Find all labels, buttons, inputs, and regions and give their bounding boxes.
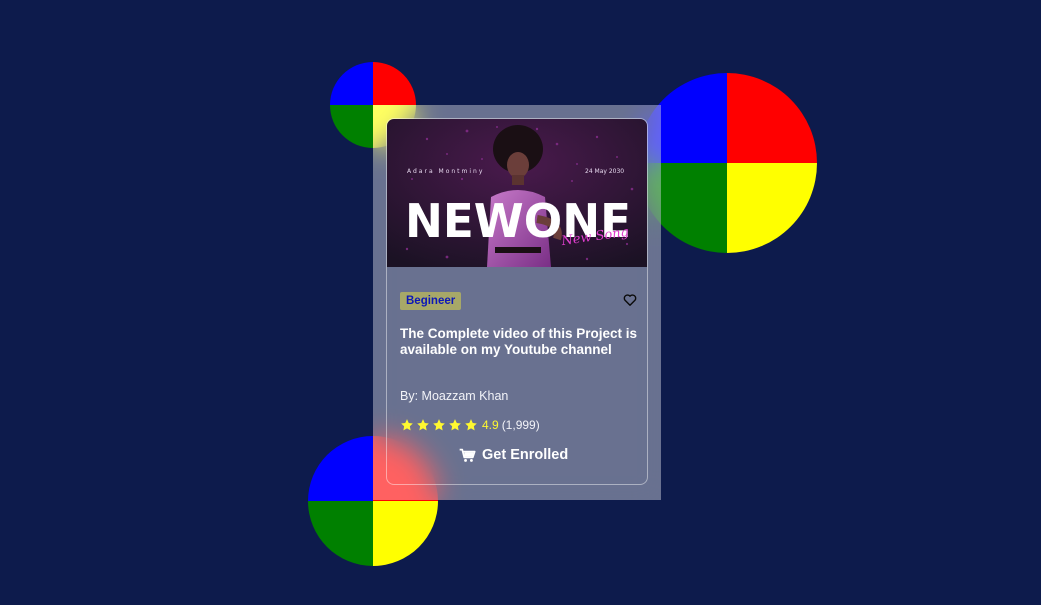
get-enrolled-label: Get Enrolled — [482, 447, 569, 463]
get-enrolled-button[interactable]: Get Enrolled — [459, 445, 568, 465]
rating-count: (1,999) — [501, 418, 540, 432]
course-thumbnail[interactable]: Adara Montminy 24 May 2030 NEWONE New So… — [387, 119, 647, 267]
star-icon — [465, 419, 477, 431]
decorative-circle-large — [637, 73, 817, 253]
star-icon — [417, 419, 429, 431]
star-icon — [401, 419, 413, 431]
course-author: By: Moazzam Khan — [400, 389, 509, 403]
level-badge: Begineer — [400, 292, 462, 310]
course-title: The Complete video of this Project is av… — [400, 326, 638, 357]
rating-value: 4.9 — [482, 418, 499, 432]
heart-icon[interactable] — [623, 292, 637, 306]
page-background: Adara Montminy 24 May 2030 NEWONE New So… — [0, 0, 1041, 605]
svg-text:Adara Montminy: Adara Montminy — [407, 168, 484, 175]
svg-text:24 May 2030: 24 May 2030 — [585, 168, 624, 175]
rating-row: 4.9 (1,999) — [400, 417, 540, 433]
star-icon — [433, 419, 445, 431]
course-card: Adara Montminy 24 May 2030 NEWONE New So… — [386, 118, 648, 485]
cart-icon — [459, 448, 476, 462]
star-icon — [449, 419, 461, 431]
